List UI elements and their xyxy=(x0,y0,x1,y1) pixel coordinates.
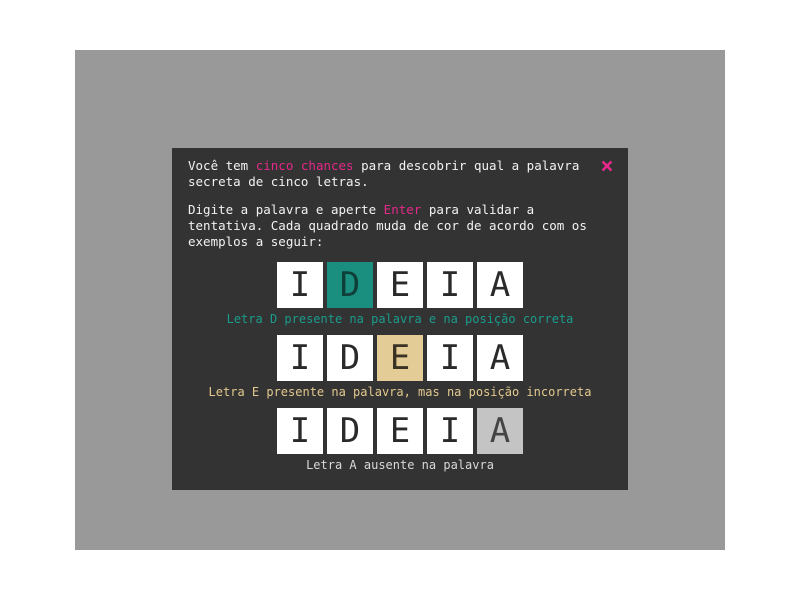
highlight-enter: Enter xyxy=(383,202,422,217)
letter-tile: E xyxy=(377,408,423,454)
letter-tile: I xyxy=(277,262,323,308)
highlight-five-chances: cinco chances xyxy=(255,158,354,173)
letter-tile: D xyxy=(327,335,373,381)
letter-tile: I xyxy=(427,335,473,381)
letter-tile: A xyxy=(477,262,523,308)
letter-tile: I xyxy=(427,408,473,454)
letter-tile: I xyxy=(277,335,323,381)
letter-tile: E xyxy=(377,262,423,308)
letter-tile: A xyxy=(477,335,523,381)
letter-tile-absent: A xyxy=(477,408,523,454)
instructions-text: Digite a palavra e aperte Enter para val… xyxy=(188,202,587,249)
letter-tile-present: E xyxy=(377,335,423,381)
example-row-correct: I D E I A xyxy=(188,262,612,308)
caption-present: Letra E presente na palavra, mas na posi… xyxy=(208,385,592,399)
letter-tile: D xyxy=(327,408,373,454)
close-icon[interactable]: × xyxy=(596,156,618,178)
caption-absent: Letra A ausente na palavra xyxy=(306,458,494,472)
caption-correct: Letra D presente na palavra e na posição… xyxy=(226,312,574,326)
example-row-present: I D E I A xyxy=(188,335,612,381)
letter-tile-correct: D xyxy=(327,262,373,308)
letter-tile: I xyxy=(427,262,473,308)
help-dialog: × Você tem cinco chances para descobrir … xyxy=(172,148,628,490)
example-row-absent: I D E I A xyxy=(188,408,612,454)
intro-text: Você tem cinco chances para descobrir qu… xyxy=(188,158,580,189)
letter-tile: I xyxy=(277,408,323,454)
